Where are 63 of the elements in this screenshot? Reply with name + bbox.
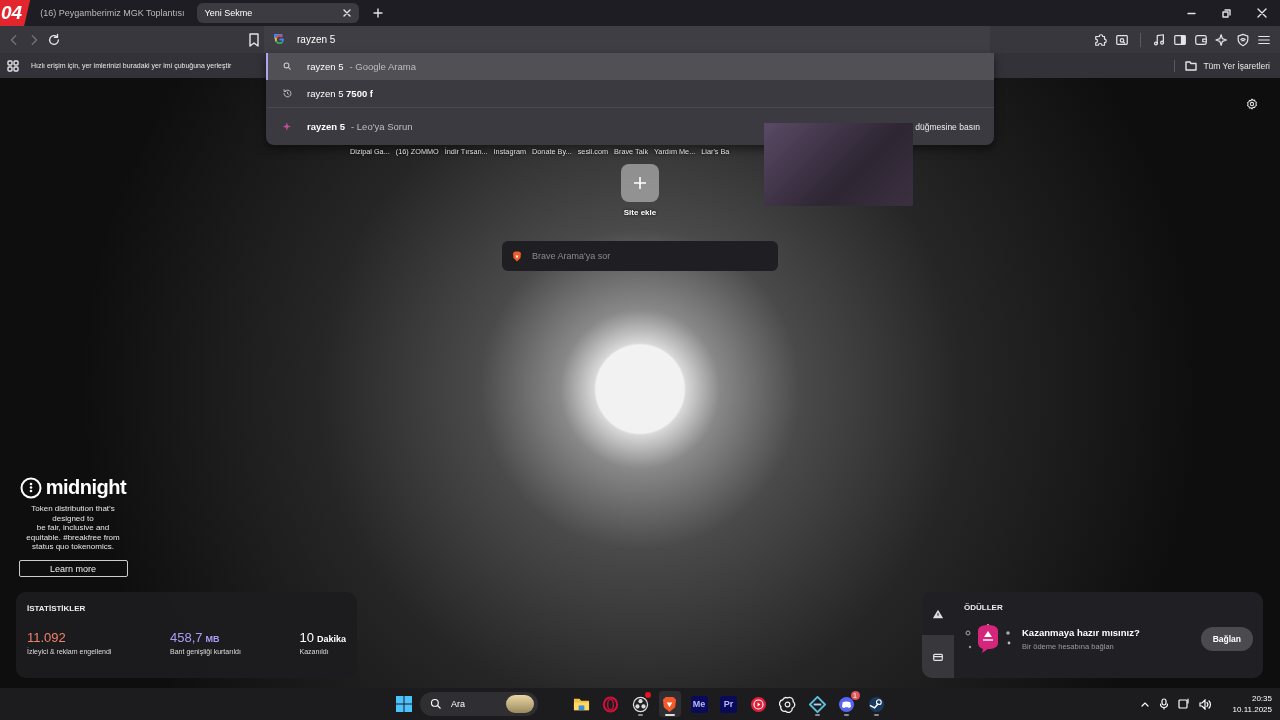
monitor-icon[interactable] (1177, 698, 1190, 710)
sponsor-brand: midnight (45, 476, 127, 500)
wheel-icon (867, 695, 885, 713)
diamond-icon (808, 695, 826, 713)
rewards-title: ÖDÜLLER (964, 603, 1004, 612)
search-icon (282, 61, 293, 72)
close-icon[interactable] (1257, 8, 1267, 18)
lion-icon (512, 250, 522, 262)
taskbar-app-button[interactable] (658, 691, 681, 717)
four-squares-icon[interactable] (396, 696, 412, 712)
channel-number-badge: 04 (0, 0, 31, 26)
search-icon (430, 698, 442, 710)
search-field[interactable]: Brave Arama'ya sor (502, 241, 778, 271)
sponsor-text: Token distribution that’s designed to be fair, inclusive and equitable. #breakfree from status quo tokenomics. (26, 504, 120, 552)
settings-icon[interactable] (1246, 98, 1258, 110)
suggestion-row[interactable]: rayzen 5 7500 f (266, 80, 994, 107)
bookmark-icon[interactable] (248, 32, 260, 47)
rewards-heading: Kazanmaya hazır mısınız? (1022, 627, 1140, 638)
dotted-circle-icon (19, 476, 42, 499)
music-note-icon[interactable] (1152, 32, 1166, 47)
aperture-icon (631, 695, 649, 713)
address-field[interactable]: rayzen 5 (264, 26, 990, 53)
shortcut-hint: düğmesine basın (915, 121, 980, 132)
stat-value: 10 Dakika (299, 630, 346, 645)
folder-icon (1185, 60, 1198, 71)
learn-more-button[interactable]: Learn more (18, 560, 128, 577)
knot-icon (779, 695, 796, 713)
microphone-icon[interactable] (1158, 698, 1169, 710)
connect-button[interactable]: Bağlan (1200, 627, 1253, 651)
add-site-button[interactable] (621, 164, 659, 202)
grid-icon[interactable] (7, 59, 19, 72)
browser-tab[interactable]: (16) Peygamberimiz MGK Toplantısı (32, 3, 193, 23)
plus-icon (633, 176, 647, 190)
chat-bubble-icon (838, 695, 855, 713)
sparkle-icon (282, 121, 293, 132)
browser-tab[interactable]: Yeni Sekme (196, 3, 359, 23)
shield-icon[interactable] (1236, 32, 1250, 47)
lion-icon (661, 695, 678, 713)
history-clock-icon (282, 88, 293, 99)
speaker-icon[interactable] (1198, 698, 1212, 710)
wallet-icon[interactable] (1194, 32, 1208, 47)
rewards-side-tab[interactable] (922, 635, 954, 678)
sparkle-icon[interactable] (1215, 32, 1229, 47)
suggestion-row[interactable]: rayzen 5 - Google Arama (266, 53, 994, 80)
window-search-icon[interactable] (1115, 32, 1129, 47)
add-site-label: Site ekle (623, 208, 657, 217)
puzzle-icon[interactable] (1094, 32, 1108, 47)
rewards-illustration (964, 623, 1012, 655)
reload-icon[interactable] (47, 32, 61, 47)
plus-icon[interactable] (372, 8, 383, 18)
stats-title: İSTATİSTİKLER (27, 604, 87, 613)
sidebar-icon[interactable] (1173, 32, 1187, 47)
clock[interactable]: 20:35 10.11.2025 (1232, 694, 1272, 714)
google-g-icon (274, 34, 285, 45)
play-button-icon (749, 695, 767, 713)
all-bookmarks-button[interactable]: Tüm Yer İşaretleri (1185, 60, 1270, 71)
restore-icon[interactable] (1222, 8, 1231, 18)
close-icon[interactable] (342, 9, 351, 17)
stat-value: 11.092 (27, 630, 67, 645)
stat-value: 458,7 MB (170, 630, 221, 645)
ring-icon (602, 695, 619, 713)
illustration-thumbnail (506, 695, 534, 713)
taskbar-search-field[interactable]: Ara (420, 692, 538, 716)
